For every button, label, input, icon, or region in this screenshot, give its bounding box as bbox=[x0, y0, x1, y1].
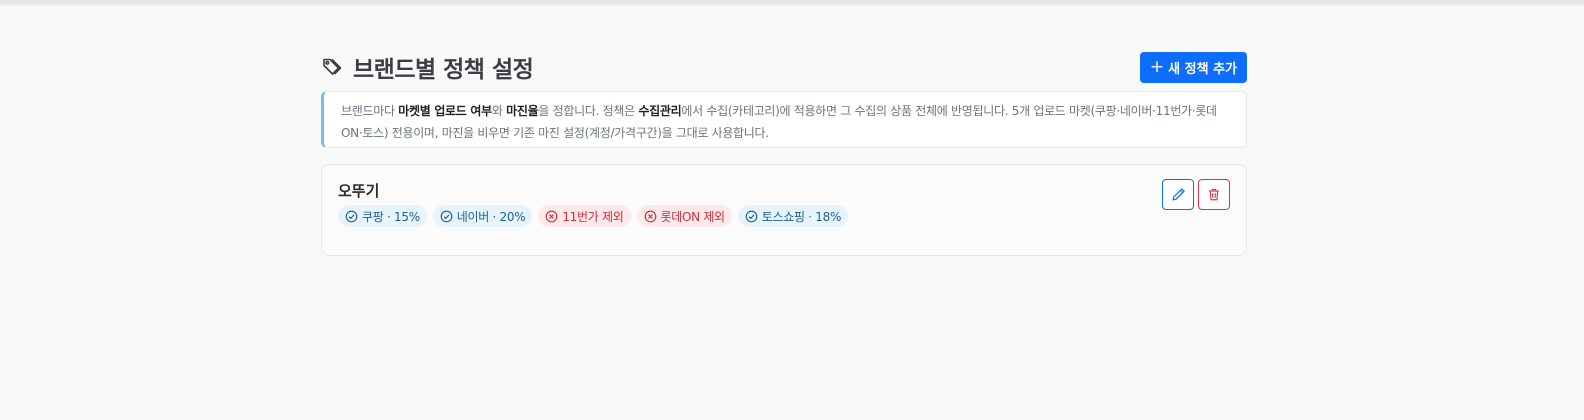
x-circle-icon bbox=[644, 210, 656, 222]
pencil-icon bbox=[1172, 188, 1185, 201]
x-circle-icon bbox=[545, 210, 558, 222]
notice-bold-2: 마진율 bbox=[506, 104, 539, 118]
notice-text-3: 을 정합니다. 정책은 bbox=[538, 104, 639, 118]
tags-icon bbox=[321, 55, 345, 79]
notice-text-1: 브랜드마다 bbox=[341, 104, 399, 118]
check-circle-icon bbox=[745, 210, 758, 222]
brand-policy-section: 브랜드별 정책 설정 + 새 정책 추가 브랜드마다 마켓별 업로드 여부와 마… bbox=[321, 50, 1247, 256]
info-notice: 브랜드마다 마켓별 업로드 여부와 마진율을 정합니다. 정책은 수집관리에서 … bbox=[321, 91, 1247, 148]
notice-bold-3: 수집관리 bbox=[638, 104, 682, 118]
badge-label: 네이버 · 20% bbox=[456, 209, 526, 224]
card-actions bbox=[1162, 179, 1230, 210]
market-badges: 쿠팡 · 15% 네이버 · 20% 11번가 제외 롯데ON 제외 토스쇼핑 … bbox=[338, 205, 1230, 227]
page-title: 브랜드별 정책 설정 bbox=[353, 57, 534, 83]
market-badge-lotteon: 롯데ON 제외 bbox=[636, 205, 732, 227]
section-header: 브랜드별 정책 설정 + 새 정책 추가 bbox=[321, 50, 1247, 84]
badge-label: 11번가 제외 bbox=[562, 209, 624, 224]
check-circle-icon bbox=[345, 210, 358, 222]
delete-policy-button[interactable] bbox=[1198, 179, 1230, 210]
add-policy-button[interactable]: + 새 정책 추가 bbox=[1139, 51, 1247, 83]
trash-icon bbox=[1209, 188, 1219, 201]
add-policy-label: 새 정책 추가 bbox=[1168, 61, 1237, 77]
market-badge-coupang: 쿠팡 · 15% bbox=[338, 205, 427, 227]
brand-name: 오뚜기 bbox=[338, 182, 380, 200]
edit-policy-button[interactable] bbox=[1162, 179, 1194, 210]
badge-label: 토스쇼핑 · 18% bbox=[761, 209, 842, 224]
market-badge-toss: 토스쇼핑 · 18% bbox=[737, 205, 849, 227]
check-circle-icon bbox=[440, 210, 453, 222]
title-wrap: 브랜드별 정책 설정 bbox=[321, 50, 534, 84]
badge-label: 쿠팡 · 15% bbox=[362, 209, 420, 224]
plus-icon: + bbox=[1149, 56, 1165, 77]
badge-label: 롯데ON 제외 bbox=[660, 209, 726, 224]
top-bar bbox=[0, 0, 1584, 4]
market-badge-naver: 네이버 · 20% bbox=[432, 205, 533, 227]
notice-bold-1: 마켓별 업로드 여부 bbox=[398, 104, 492, 118]
policy-card: 오뚜기 쿠팡 · 15% 네이버 · 20% 11번가 제외 롯데ON 제외 토… bbox=[321, 164, 1247, 256]
market-badge-11st: 11번가 제외 bbox=[538, 205, 631, 227]
notice-text-2: 와 bbox=[491, 104, 507, 118]
